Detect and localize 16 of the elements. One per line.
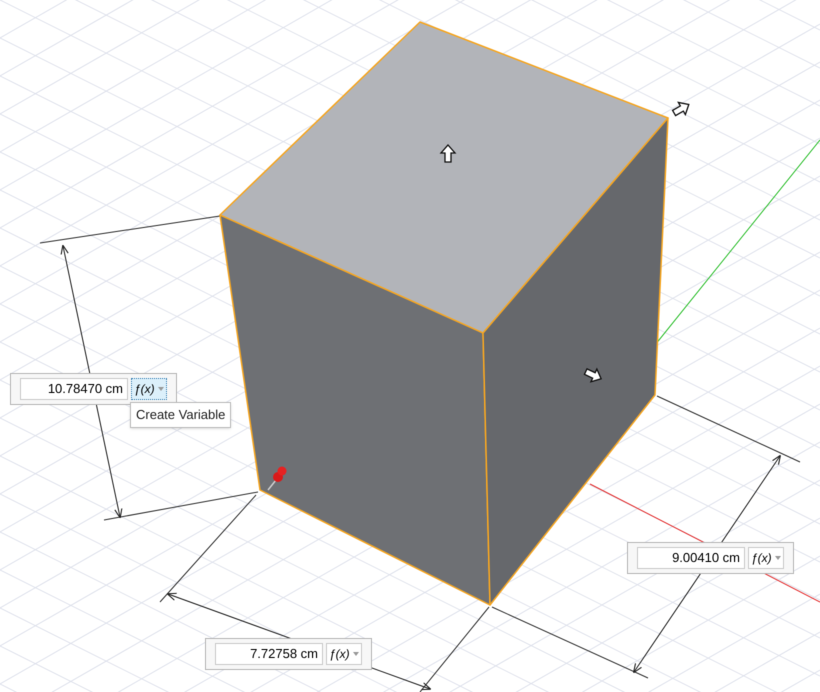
- function-dropdown-button[interactable]: ƒ(x): [326, 643, 362, 665]
- arrow-icon[interactable]: [584, 368, 602, 383]
- tooltip: Create Variable: [130, 402, 232, 428]
- top-face[interactable]: [219, 21, 669, 334]
- function-dropdown-button[interactable]: ƒ(x): [131, 378, 167, 400]
- dimension-input-field[interactable]: 7.72758 cm: [215, 643, 323, 665]
- dimension-input-field[interactable]: 10.78470 cm: [20, 378, 128, 400]
- function-dropdown-button[interactable]: ƒ(x): [748, 547, 784, 569]
- caret-icon: [774, 556, 781, 560]
- caret-icon: [352, 652, 359, 656]
- side-face[interactable]: [482, 117, 669, 606]
- arrow-icon[interactable]: [672, 102, 690, 116]
- pushpin-icon[interactable]: [267, 466, 286, 490]
- caret-icon: [158, 387, 164, 391]
- dimension-input-field[interactable]: 9.00410 cm: [637, 547, 745, 569]
- arrow-icon[interactable]: [440, 144, 456, 163]
